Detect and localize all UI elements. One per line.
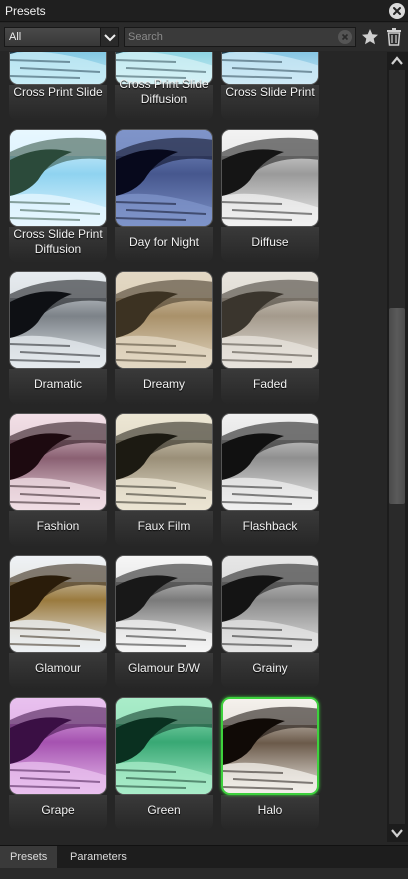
preset-label: Grainy — [252, 661, 288, 675]
preset-label: Green — [147, 803, 181, 817]
preset-tile[interactable]: Cross Print Slide Diffusion — [115, 52, 213, 121]
star-icon[interactable] — [361, 28, 379, 51]
preset-thumbnail[interactable] — [221, 271, 319, 369]
preset-tile[interactable]: Cross Slide Print — [221, 52, 319, 121]
preset-tile[interactable]: Flashback — [221, 413, 319, 547]
window-title: Presets — [5, 4, 46, 18]
clear-search-icon[interactable] — [338, 30, 352, 44]
preset-thumbnail[interactable] — [115, 271, 213, 369]
preset-label: Cross Slide Print — [225, 85, 315, 99]
tab-parameters[interactable]: Parameters — [60, 846, 137, 869]
preset-thumbnail[interactable] — [221, 413, 319, 511]
search-placeholder: Search — [128, 31, 163, 43]
preset-thumbnail[interactable] — [115, 413, 213, 511]
preset-label: Faded — [252, 377, 288, 391]
preset-label: Cross Print Slide Diffusion — [119, 77, 209, 106]
preset-label: Day for Night — [128, 235, 200, 249]
preset-tile[interactable]: Green — [115, 697, 213, 831]
preset-label: Fashion — [36, 519, 80, 533]
preset-tile[interactable]: Faux Film — [115, 413, 213, 547]
preset-label: Halo — [257, 803, 283, 817]
preset-label: Diffuse — [251, 235, 289, 249]
preset-thumbnail[interactable] — [221, 555, 319, 653]
preset-grid: Cross Print Slide Cross Print Slide Diffu… — [0, 52, 387, 842]
close-icon[interactable] — [389, 3, 405, 19]
preset-label: Flashback — [242, 519, 298, 533]
preset-thumbnail[interactable] — [221, 697, 319, 795]
preset-thumbnail[interactable] — [115, 697, 213, 795]
trash-icon[interactable] — [386, 28, 402, 51]
preset-label: Faux Film — [137, 519, 191, 533]
preset-tile[interactable]: Diffuse — [221, 129, 319, 263]
scrollbar-thumb[interactable] — [389, 308, 405, 504]
preset-label: Grape — [41, 803, 75, 817]
preset-toolbar: All Search — [0, 23, 408, 51]
status-bar — [0, 868, 408, 879]
preset-label: Dramatic — [33, 377, 82, 391]
vertical-scrollbar[interactable] — [387, 52, 408, 842]
scroll-down-icon[interactable] — [389, 826, 405, 840]
category-filter-dropdown[interactable]: All — [4, 27, 119, 47]
preset-tile[interactable]: Faded — [221, 271, 319, 405]
preset-thumbnail[interactable] — [9, 271, 107, 369]
preset-thumbnail[interactable] — [9, 413, 107, 511]
search-input[interactable]: Search — [124, 27, 356, 47]
preset-thumbnail[interactable] — [9, 697, 107, 795]
preset-label: Glamour — [34, 661, 81, 675]
preset-thumbnail[interactable] — [9, 129, 107, 227]
chevron-down-icon[interactable] — [100, 28, 118, 46]
panel-tabs: Presets Parameters — [0, 845, 408, 869]
preset-tile[interactable]: Grainy — [221, 555, 319, 689]
preset-tile[interactable]: Dramatic — [9, 271, 107, 405]
preset-thumbnail[interactable] — [9, 555, 107, 653]
scroll-up-icon[interactable] — [389, 54, 405, 68]
tab-presets[interactable]: Presets — [0, 846, 58, 869]
title-bar: Presets — [0, 0, 408, 22]
preset-label: Cross Print Slide — [13, 85, 103, 99]
preset-thumbnail[interactable] — [115, 129, 213, 227]
preset-tile[interactable]: Glamour — [9, 555, 107, 689]
preset-label: Cross Slide Print Diffusion — [13, 227, 103, 256]
preset-tile[interactable]: Cross Print Slide — [9, 52, 107, 121]
preset-tile[interactable]: Glamour B/W — [115, 555, 213, 689]
preset-label: Glamour B/W — [127, 661, 200, 675]
preset-tile[interactable]: Day for Night — [115, 129, 213, 263]
preset-thumbnail[interactable] — [115, 555, 213, 653]
preset-label: Dreamy — [142, 377, 185, 391]
preset-thumbnail[interactable] — [221, 52, 319, 85]
preset-tile[interactable]: Grape — [9, 697, 107, 831]
preset-tile[interactable]: Halo — [221, 697, 319, 831]
preset-thumbnail[interactable] — [221, 129, 319, 227]
category-filter-value: All — [9, 31, 22, 43]
preset-tile[interactable]: Dreamy — [115, 271, 213, 405]
preset-tile[interactable]: Fashion — [9, 413, 107, 547]
preset-thumbnail[interactable] — [9, 52, 107, 85]
preset-tile[interactable]: Cross Slide Print Diffusion — [9, 129, 107, 263]
